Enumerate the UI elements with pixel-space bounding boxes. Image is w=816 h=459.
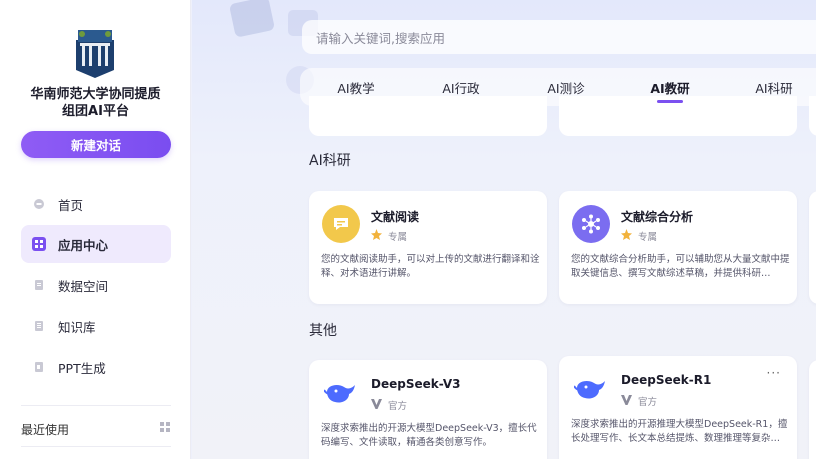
- knowledge-base-icon: [32, 319, 46, 333]
- deepseek-whale-icon: [572, 370, 610, 408]
- nav-item-home[interactable]: 首页: [21, 185, 171, 223]
- tab-label: AI测诊: [547, 80, 585, 96]
- chat-bubble-icon: [322, 205, 360, 243]
- nav-item-data-space[interactable]: 数据空间: [21, 266, 171, 304]
- app-card-partial[interactable]: [809, 360, 816, 459]
- exclusive-star-icon: [371, 229, 382, 243]
- tab-ai-research[interactable]: AI科研: [738, 68, 810, 106]
- nav-label: 首页: [58, 197, 84, 213]
- app-card-tag: 官方: [371, 398, 407, 412]
- tab-label: AI教学: [337, 80, 375, 96]
- data-space-icon: [32, 278, 46, 292]
- nav-item-app-center[interactable]: 应用中心: [21, 225, 171, 263]
- org-title: 华南师范大学协同提质 组团AI平台: [0, 86, 191, 120]
- sidebar-divider: [21, 405, 171, 406]
- app-card-title: DeepSeek-V3: [371, 377, 461, 391]
- app-card-partial[interactable]: [809, 191, 816, 304]
- sidebar-divider: [21, 446, 171, 447]
- app-card-description: 深度求索推出的开源推理大模型DeepSeek-R1，擅长处理写作、长文本总结提炼…: [571, 419, 788, 444]
- nav-label: PPT生成: [58, 360, 106, 376]
- new-chat-label: 新建对话: [70, 138, 121, 153]
- org-title-line1: 华南师范大学协同提质: [30, 87, 161, 102]
- nav-item-knowledge-base[interactable]: 知识库: [21, 307, 171, 345]
- tab-ai-admin[interactable]: AI行政: [425, 68, 497, 106]
- app-card-description: 您的文献阅读助手，可以对上传的文献进行翻译和诠释、对术语进行讲解。: [321, 254, 540, 279]
- org-title-line2: 组团AI平台: [62, 104, 129, 119]
- app-card-description: 深度求索推出的开源大模型DeepSeek-V3，擅长代码编写、文件读取，精通各类…: [321, 423, 537, 448]
- tab-ai-teaching[interactable]: AI教学: [320, 68, 392, 106]
- search-input[interactable]: 请输入关键词,搜索应用: [302, 20, 816, 54]
- tab-label: AI教研: [650, 80, 690, 96]
- tab-label: AI科研: [755, 80, 793, 96]
- app-card-literature-analysis[interactable]: 文献综合分析 专属 您的文献综合分析助手，可以辅助您从大量文献中提取关键信息、撰…: [559, 191, 797, 304]
- app-card-title: 文献综合分析: [621, 210, 694, 224]
- official-v-icon: [621, 394, 632, 408]
- app-card-tag: 专属: [371, 229, 407, 243]
- section-title-research: AI科研: [309, 153, 351, 169]
- new-chat-button[interactable]: 新建对话: [21, 131, 171, 158]
- grid-icon[interactable]: [160, 422, 171, 436]
- tag-label: 专属: [638, 232, 658, 243]
- official-v-icon: [371, 398, 382, 412]
- app-card-title: DeepSeek-R1: [621, 373, 712, 387]
- main-content: 请输入关键词,搜索应用 AI教学 AI行政 AI测诊 AI教研 AI科研 AI科…: [192, 0, 816, 459]
- app-card-deepseek-v3[interactable]: DeepSeek-V3 官方 深度求索推出的开源大模型DeepSeek-V3，擅…: [309, 360, 547, 459]
- network-nodes-icon: [572, 205, 610, 243]
- tab-ai-diagnosis[interactable]: AI测诊: [530, 68, 602, 106]
- app-card-tag: 官方: [621, 394, 657, 408]
- more-options-icon[interactable]: ···: [767, 366, 781, 380]
- recent-used-header[interactable]: 最近使用: [21, 418, 171, 440]
- apps-icon: [32, 237, 46, 251]
- tab-ai-teaching-research[interactable]: AI教研: [634, 68, 706, 106]
- tag-label: 专属: [388, 232, 408, 243]
- app-card-title: 文献阅读: [371, 210, 420, 224]
- category-tabs: AI教学 AI行政 AI测诊 AI教研 AI科研: [300, 68, 816, 106]
- recent-used-label: 最近使用: [21, 422, 70, 437]
- app-card-deepseek-r1[interactable]: ··· DeepSeek-R1 官方 深度求索推出的开源推理大模型DeepSee…: [559, 356, 797, 459]
- search-placeholder: 请输入关键词,搜索应用: [316, 30, 445, 46]
- nav-label: 应用中心: [58, 237, 109, 253]
- app-card-description: 您的文献综合分析助手，可以辅助您从大量文献中提取关键信息、撰写文献综述草稿，并提…: [571, 254, 790, 279]
- active-tab-indicator: [657, 100, 683, 103]
- tag-label: 官方: [388, 401, 408, 412]
- section-title-other: 其他: [309, 323, 337, 339]
- app-card-tag: 专属: [621, 229, 657, 243]
- nav-label: 数据空间: [58, 278, 109, 294]
- tab-label: AI行政: [442, 80, 480, 96]
- exclusive-star-icon: [621, 229, 632, 243]
- home-icon: [32, 197, 46, 211]
- deepseek-whale-icon: [322, 374, 360, 412]
- ppt-icon: [32, 360, 46, 374]
- sidebar: 华南师范大学协同提质 组团AI平台 新建对话 首页 应用中心 数据空间 知识库 …: [0, 0, 191, 459]
- nav-label: 知识库: [58, 319, 96, 335]
- nav-item-ppt[interactable]: PPT生成: [21, 348, 171, 386]
- university-logo: [74, 26, 116, 78]
- app-card-literature-reading[interactable]: 文献阅读 专属 您的文献阅读助手，可以对上传的文献进行翻译和诠释、对术语进行讲解…: [309, 191, 547, 304]
- tag-label: 官方: [638, 397, 658, 408]
